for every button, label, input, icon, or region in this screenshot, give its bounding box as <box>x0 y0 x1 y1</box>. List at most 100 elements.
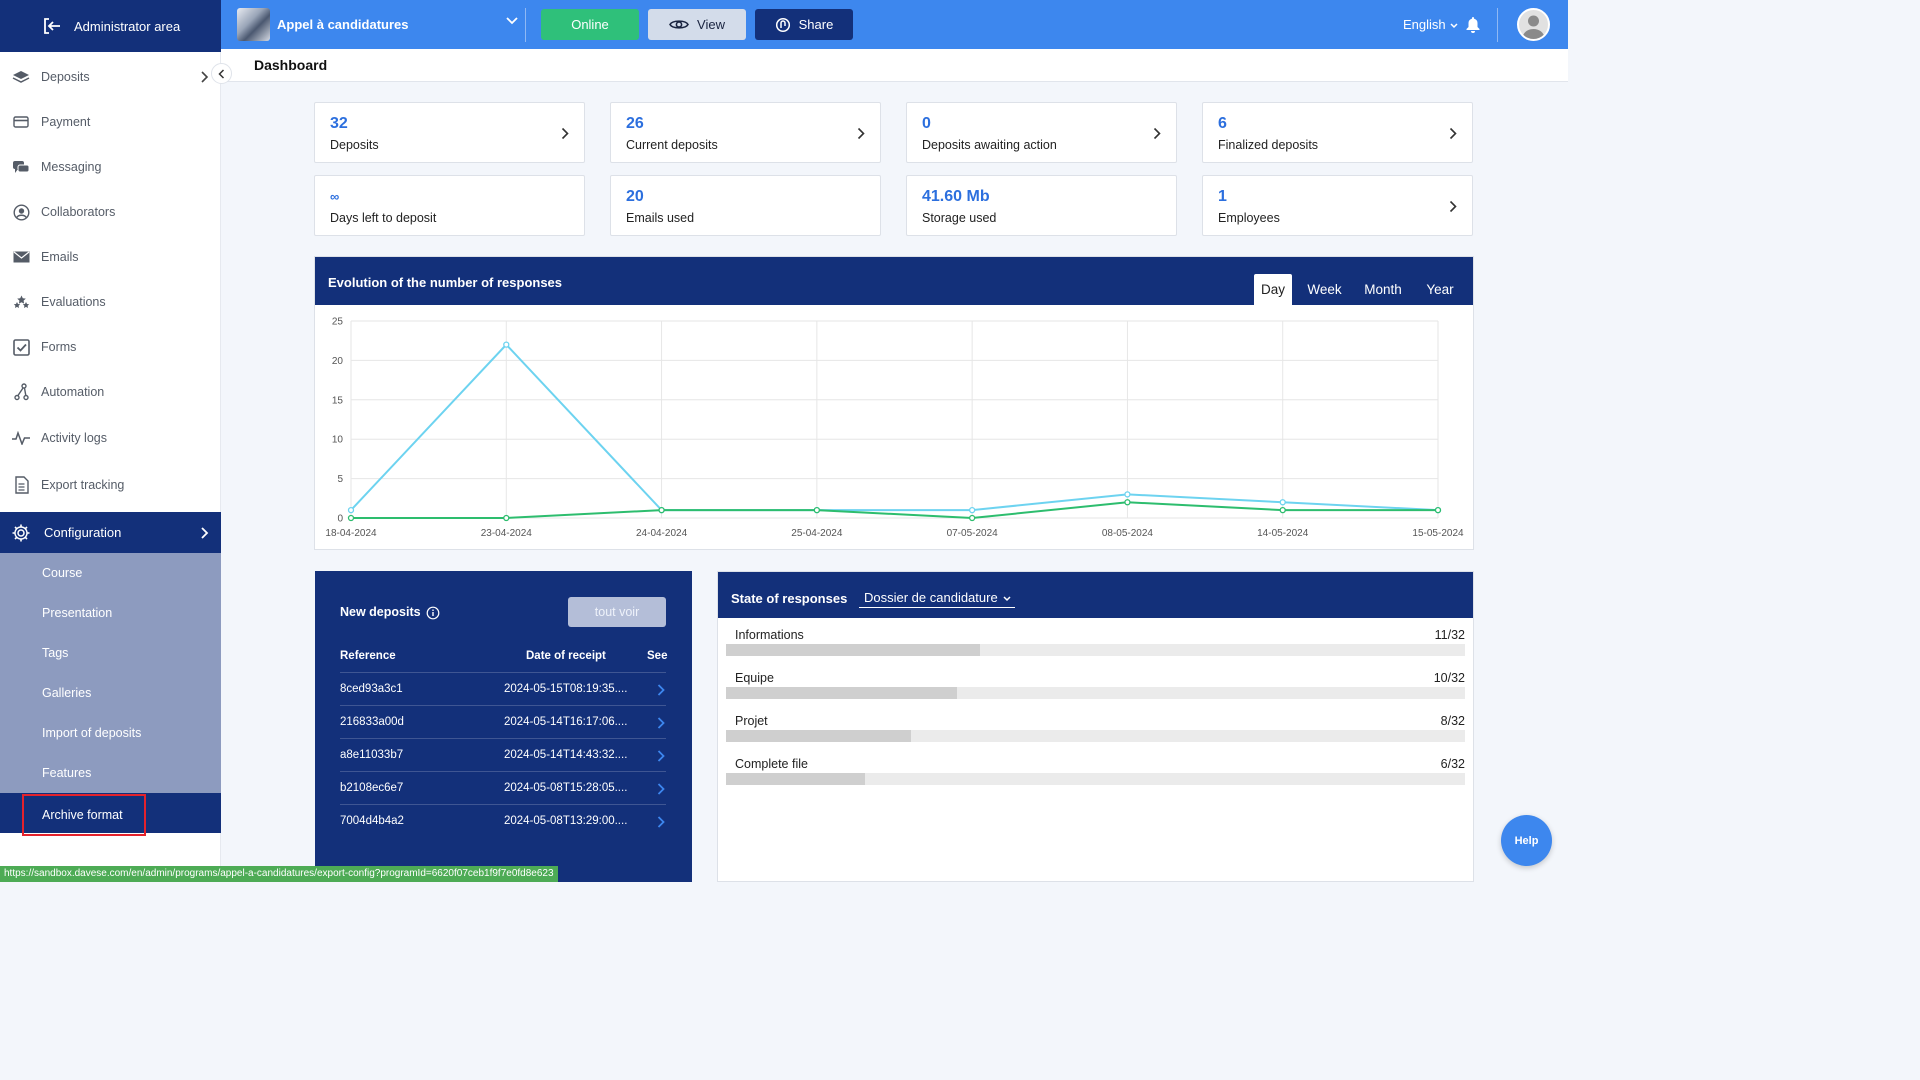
sidebar-item-label: Forms <box>41 340 77 354</box>
form-select[interactable]: Dossier de candidature <box>859 588 1015 608</box>
activity-icon <box>12 431 30 445</box>
x-tick-label: 18-04-2024 <box>325 528 377 539</box>
progress-label: Informations <box>735 628 804 642</box>
tab-label: Week <box>1307 282 1342 297</box>
stat-value: 32 <box>330 115 348 132</box>
online-button[interactable]: Online <box>541 9 639 40</box>
table-row[interactable]: 216833a00d 2024-05-14T16:17:06.... <box>340 705 666 738</box>
administrator-area-link[interactable]: Administrator area <box>0 0 221 52</box>
x-tick-label: 24-04-2024 <box>636 528 688 539</box>
progress-bar <box>726 644 1465 656</box>
table-row[interactable]: b2108ec6e7 2024-05-08T15:28:05.... <box>340 771 666 804</box>
sidebar-item-export-tracking[interactable]: Export tracking <box>0 465 221 505</box>
submenu-item-course[interactable]: Course <box>42 566 82 580</box>
language-selector[interactable]: English <box>1403 17 1459 32</box>
bell-icon[interactable] <box>1466 16 1480 33</box>
tab-year[interactable]: Year <box>1420 274 1460 305</box>
help-button[interactable]: Help <box>1501 815 1552 866</box>
submenu-item-tags[interactable]: Tags <box>42 646 68 660</box>
layers-icon <box>12 71 30 83</box>
exit-icon <box>44 18 60 34</box>
submenu-item-galleries[interactable]: Galleries <box>42 686 91 700</box>
share-button[interactable]: Share <box>755 9 853 40</box>
stat-card-employees[interactable]: 1 Employees <box>1202 175 1473 236</box>
chevron-right-icon[interactable] <box>657 816 665 828</box>
chevron-right-icon[interactable] <box>657 783 665 795</box>
submenu-item-features[interactable]: Features <box>42 766 91 780</box>
x-tick-label: 14-05-2024 <box>1257 528 1309 539</box>
state-of-responses-panel: State of responses Dossier de candidatur… <box>717 571 1474 882</box>
reference-cell: a8e11033b7 <box>340 749 404 761</box>
tab-month[interactable]: Month <box>1358 274 1408 305</box>
column-header-reference: Reference <box>340 650 396 662</box>
y-tick-label: 15 <box>332 395 344 406</box>
chevron-right-icon[interactable] <box>657 750 665 762</box>
sidebar-item-collaborators[interactable]: Collaborators <box>0 192 221 232</box>
submenu-item-import-of-deposits[interactable]: Import of deposits <box>42 726 141 740</box>
data-point <box>1124 499 1131 506</box>
submenu-item-presentation[interactable]: Presentation <box>42 606 112 620</box>
sidebar-item-deposits[interactable]: Deposits <box>0 57 221 97</box>
table-row[interactable]: 8ced93a3c1 2024-05-15T08:19:35.... <box>340 672 666 705</box>
sidebar-item-automation[interactable]: Automation <box>0 372 221 412</box>
sidebar-item-forms[interactable]: Forms <box>0 327 221 367</box>
divider <box>1497 8 1498 42</box>
column-header-date: Date of receipt <box>526 650 606 662</box>
data-point <box>1279 506 1286 514</box>
responses-chart-panel: Evolution of the number of responses Day… <box>314 256 1474 550</box>
stat-card-finalized-deposits[interactable]: 6 Finalized deposits <box>1202 102 1473 163</box>
progress-label: Complete file <box>735 757 808 771</box>
stat-label: Finalized deposits <box>1218 138 1319 152</box>
stat-label: Days left to deposit <box>330 211 437 225</box>
reference-cell: 8ced93a3c1 <box>340 683 403 695</box>
state-title: State of responses <box>731 591 848 606</box>
user-icon <box>1522 15 1545 39</box>
date-cell: 2024-05-14T16:17:06.... <box>504 716 628 728</box>
chevron-right-icon[interactable] <box>657 717 665 729</box>
table-row[interactable]: a8e11033b7 2024-05-14T14:43:32.... <box>340 738 666 771</box>
page-title: Dashboard <box>254 57 328 73</box>
sidebar-item-messaging[interactable]: Messaging <box>0 147 221 187</box>
envelope-icon <box>13 251 29 263</box>
stat-card-current-deposits[interactable]: 26 Current deposits <box>610 102 881 163</box>
y-tick-label: 25 <box>332 317 344 328</box>
sidebar-item-configuration[interactable]: Configuration <box>0 512 221 553</box>
sidebar-item-emails[interactable]: Emails <box>0 237 221 277</box>
info-icon[interactable] <box>426 606 440 620</box>
tab-week[interactable]: Week <box>1302 274 1347 305</box>
share-icon <box>775 17 790 32</box>
stat-card-awaiting-action[interactable]: 0 Deposits awaiting action <box>906 102 1177 163</box>
sidebar-item-label: Collaborators <box>41 205 116 219</box>
sidebar-item-payment[interactable]: Payment <box>0 102 221 142</box>
sidebar-item-label: Automation <box>41 385 105 399</box>
submenu-item-archive-format[interactable]: Archive format <box>0 793 221 836</box>
stat-label: Emails used <box>626 211 695 225</box>
sidebar-item-activity-logs[interactable]: Activity logs <box>0 418 221 458</box>
stat-card-emails-used: 20 Emails used <box>610 175 881 236</box>
date-cell: 2024-05-08T13:29:00.... <box>504 815 628 827</box>
program-selector[interactable]: Appel à candidatures <box>226 0 524 49</box>
chevron-right-icon[interactable] <box>657 684 665 696</box>
see-all-button[interactable]: tout voir <box>568 597 666 627</box>
stat-card-deposits[interactable]: 32 Deposits <box>314 102 585 163</box>
progress-count: 10/32 <box>1433 671 1465 685</box>
table-row[interactable]: 7004d4b4a2 2024-05-08T13:29:00.... <box>340 804 666 837</box>
tab-day[interactable]: Day <box>1254 274 1292 305</box>
chevron-right-icon <box>1449 200 1457 213</box>
data-point <box>658 506 665 514</box>
progress-label: Projet <box>735 714 768 728</box>
sidebar-item-label: Evaluations <box>41 295 106 309</box>
progress-label: Equipe <box>735 671 774 685</box>
help-label: Help <box>1514 834 1539 847</box>
stat-value: 41.60 Mb <box>922 188 990 205</box>
tab-label: Year <box>1426 282 1454 297</box>
archive-format-label: Archive format <box>42 808 123 822</box>
sidebar-item-evaluations[interactable]: Evaluations <box>0 282 221 322</box>
configuration-label: Configuration <box>44 525 122 540</box>
y-tick-label: 10 <box>332 435 344 446</box>
eye-icon <box>669 20 689 29</box>
x-tick-label: 23-04-2024 <box>481 528 533 539</box>
view-button[interactable]: View <box>648 9 746 40</box>
collapse-sidebar-button[interactable] <box>211 63 232 84</box>
avatar[interactable] <box>1517 8 1550 41</box>
